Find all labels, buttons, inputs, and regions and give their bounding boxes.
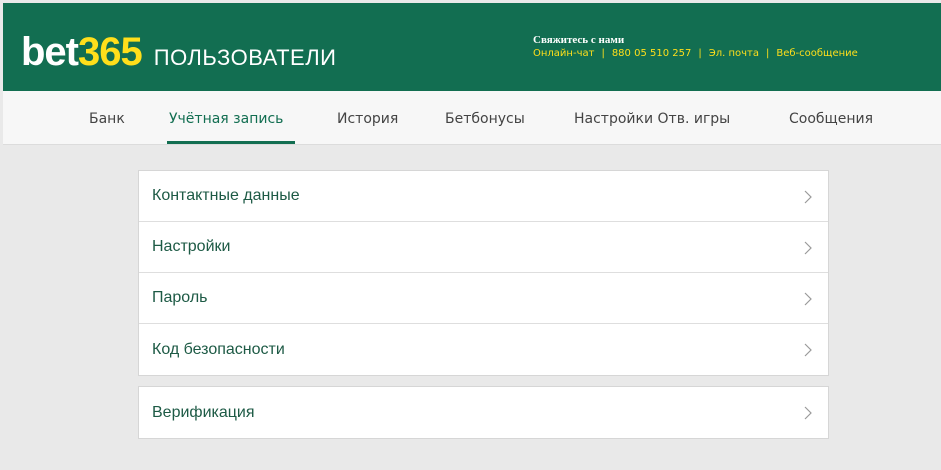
section-title: ПОЛЬЗОВАТЕЛИ bbox=[153, 45, 337, 70]
logo-text-365: 365 bbox=[78, 30, 143, 74]
bet365-logo[interactable]: bet 365 ПОЛЬЗОВАТЕЛИ bbox=[21, 30, 337, 74]
contact-block: Свяжитесь с нами Онлайн-чат | 880 05 510… bbox=[533, 34, 858, 61]
email-link[interactable]: Эл. почта bbox=[709, 47, 759, 61]
tab-history[interactable]: История bbox=[337, 91, 398, 145]
chevron-right-icon bbox=[804, 343, 812, 357]
separator: | bbox=[698, 48, 702, 59]
contact-links: Онлайн-чат | 880 05 510 257 | Эл. почта … bbox=[533, 47, 858, 61]
chevron-right-icon bbox=[804, 190, 812, 204]
tab-bank[interactable]: Банк bbox=[89, 91, 125, 145]
chevron-right-icon bbox=[804, 406, 812, 420]
list-item-label: Верификация bbox=[152, 403, 255, 421]
chevron-right-icon bbox=[804, 292, 812, 306]
account-settings-list: Контактные данные Настройки Пароль Код б… bbox=[138, 170, 829, 376]
separator: | bbox=[601, 48, 605, 59]
verification-list: Верификация bbox=[138, 386, 829, 439]
tab-messages[interactable]: Сообщения bbox=[789, 91, 873, 145]
list-item-label: Контактные данные bbox=[152, 187, 300, 204]
list-item-contact-details[interactable]: Контактные данные bbox=[139, 171, 828, 222]
tab-account[interactable]: Учётная запись bbox=[169, 91, 283, 145]
list-item-verification[interactable]: Верификация bbox=[139, 387, 828, 438]
site-header: bet 365 ПОЛЬЗОВАТЕЛИ Свяжитесь с нами Онл… bbox=[3, 3, 941, 91]
tab-betbonuses[interactable]: Бетбонусы bbox=[445, 91, 525, 145]
logo-text-bet: bet bbox=[21, 30, 79, 74]
phone-link[interactable]: 880 05 510 257 bbox=[612, 47, 692, 61]
list-item-label: Настройки bbox=[152, 238, 231, 255]
web-message-link[interactable]: Веб-сообщение bbox=[776, 47, 857, 61]
list-item-security-code[interactable]: Код безопасности bbox=[139, 324, 828, 375]
live-chat-link[interactable]: Онлайн-чат bbox=[533, 47, 594, 61]
list-item-password[interactable]: Пароль bbox=[139, 273, 828, 324]
account-nav: Банк Учётная запись История Бетбонусы На… bbox=[3, 91, 941, 145]
separator: | bbox=[765, 48, 770, 59]
list-item-preferences[interactable]: Настройки bbox=[139, 222, 828, 273]
contact-title: Свяжитесь с нами bbox=[533, 34, 625, 46]
active-tab-indicator bbox=[167, 141, 295, 144]
list-item-label: Пароль bbox=[152, 289, 208, 306]
chevron-right-icon bbox=[804, 241, 812, 255]
tab-responsible-gambling[interactable]: Настройки Отв. игры bbox=[574, 91, 730, 145]
list-item-label: Код безопасности bbox=[152, 340, 285, 358]
